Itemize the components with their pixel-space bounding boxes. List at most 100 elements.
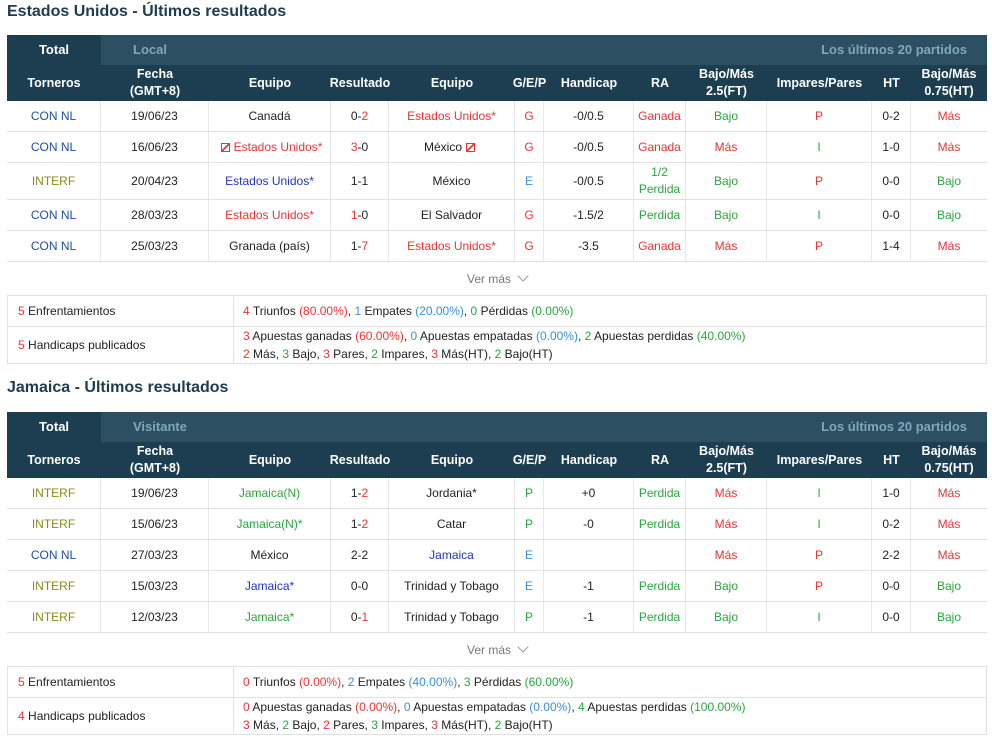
bajo-mas-ht: Más [937,238,961,253]
header-ht: HT [883,452,900,467]
cell-bajo-mas-ft: Más [686,478,767,508]
away-team-link[interactable]: México [432,173,470,190]
handicap: -1 [583,578,594,593]
bajo-mas-ft: Bajo [713,108,739,123]
enf-label: Enfrentamientos [28,304,116,318]
ht: 1-0 [882,139,900,154]
handicap: +0 [581,485,596,500]
home-team-link[interactable]: Estados Unidos* [234,139,323,156]
tab-total[interactable]: Total [7,35,101,65]
hc-count: 4 [18,709,25,723]
header-torneo: Torneros [27,75,81,90]
tab-visitante-label: Visitante [133,419,187,434]
fecha: 15/03/23 [131,578,178,593]
torneo-link[interactable]: INTERF [32,173,75,190]
torneo-link[interactable]: INTERF [32,609,75,626]
cell-ra: Perdida [634,200,686,230]
away-team-link[interactable]: Estados Unidos* [407,238,496,255]
cell-fecha: 12/03/23 [101,602,209,632]
cell-bajo-mas-ft: Bajo [686,200,767,230]
last-matches-selector[interactable]: Los últimos 20 partidos [821,35,967,65]
bajo-mas-ht: Más [937,516,961,531]
cell-gep: G [515,132,544,162]
cell-ht: 0-0 [872,571,911,601]
cell-bajo-mas-ft: Bajo [686,163,767,199]
away-team-link[interactable]: Trinidad y Tobago [404,609,499,626]
header-bajo-mas-ht: Bajo/Más 0.75(HT) [921,444,977,475]
away-team-link[interactable]: Trinidad y Tobago [404,578,499,595]
torneo-link[interactable]: CON NL [31,238,76,255]
header-bajo-mas-ht: Bajo/Más 0.75(HT) [921,67,977,98]
cell-impares-pares: I [767,478,872,508]
home-team-link[interactable]: Granada (país) [229,238,310,255]
impares-pares: P [814,173,823,188]
home-team-link[interactable]: México [250,547,288,564]
gep: P [524,516,533,531]
gep: P [524,609,533,624]
cell-ra [634,540,686,570]
home-team-link[interactable]: Jamaica* [245,578,294,595]
cell-resultado: 2-2 [331,540,389,570]
cell-fecha: 25/03/23 [101,231,209,261]
resultado: 0-1 [350,609,369,624]
away-team-link[interactable]: Jordania* [426,485,477,502]
cell-equipo-local: Jamaica* [209,571,331,601]
torneo-link[interactable]: CON NL [31,547,76,564]
home-team-link[interactable]: Estados Unidos* [225,173,314,190]
header-torneo: Torneros [27,452,81,467]
cell-bajo-mas-ft: Bajo [686,602,767,632]
torneo-link[interactable]: CON NL [31,139,76,156]
header-fecha: Fecha (GMT+8) [129,444,181,475]
away-team-link[interactable]: Catar [437,516,466,533]
cell-gep: G [515,231,544,261]
torneo-link[interactable]: INTERF [32,516,75,533]
cell-ra: 1/2 Perdida [634,163,686,199]
torneo-link[interactable]: CON NL [31,207,76,224]
last-matches-selector[interactable]: Los últimos 20 partidos [821,412,967,442]
torneo-link[interactable]: INTERF [32,578,75,595]
gep: P [524,485,533,500]
tab-local-label: Local [133,42,167,57]
header-equipo-visitante: Equipo [430,452,474,467]
flag-icon [466,142,475,152]
torneo-link[interactable]: CON NL [31,108,76,125]
away-team-link[interactable]: Estados Unidos* [407,108,496,125]
table-row: CON NL 25/03/23 Granada (país) 1-7 Estados U… [7,231,987,262]
ver-mas-button[interactable]: Ver más [7,263,987,296]
cell-fecha: 15/06/23 [101,509,209,539]
header-bajo-mas-ft: Bajo/Más 2.5(FT) [699,444,754,475]
header-ht: HT [883,75,900,90]
cell-ra: Perdida [634,509,686,539]
home-team-link[interactable]: Canadá [248,108,290,125]
cell-ht: 0-0 [872,200,911,230]
cell-equipo-local: Canadá [209,101,331,131]
cell-handicap: -1 [544,571,634,601]
cell-impares-pares: P [767,571,872,601]
cell-handicap: -0/0.5 [544,132,634,162]
away-team-link[interactable]: El Salvador [421,207,482,224]
table-row: INTERF 15/03/23 Jamaica* 0-0 Trinidad y Toba… [7,571,987,602]
cell-ra: Ganada [634,231,686,261]
tab-local[interactable]: Local Los últimos 20 partidos [101,35,987,65]
header-gep: G/E/P [512,452,547,467]
ver-mas-button[interactable]: Ver más [7,634,987,667]
cell-gep: G [515,101,544,131]
ra: Ganada [638,108,681,123]
tab-bar: Total Local Los últimos 20 partidos [7,35,987,65]
home-team-link[interactable]: Jamaica* [245,609,294,626]
ht: 0-0 [882,173,900,188]
away-team-link[interactable]: México [424,139,462,156]
home-team-link[interactable]: Jamaica(N) [239,485,300,502]
impares-pares: I [817,516,821,531]
away-team-link[interactable]: Jamaica [429,547,474,564]
handicap: -1.5/2 [573,207,604,222]
home-team-link[interactable]: Estados Unidos* [225,207,314,224]
tab-total[interactable]: Total [7,412,101,442]
tab-visitante[interactable]: Visitante Los últimos 20 partidos [101,412,987,442]
torneo-link[interactable]: INTERF [32,485,75,502]
bajo-mas-ft: Más [714,238,738,253]
cell-bajo-mas-ht: Más [911,478,987,508]
cell-resultado: 1-2 [331,509,389,539]
home-team-link[interactable]: Jamaica(N)* [236,516,302,533]
bajo-mas-ht: Bajo [936,173,962,188]
